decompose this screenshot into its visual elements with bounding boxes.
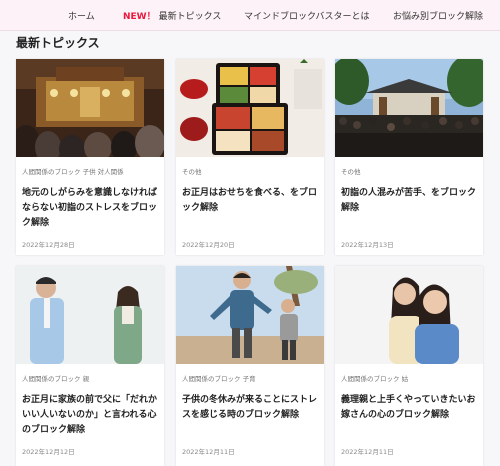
card-title[interactable]: 地元のしがらみを意識しなければならない初詣のストレスをブロック解除 [22,186,162,231]
nav-item-by-concern[interactable]: お悩み別ブロック解除 [393,9,483,22]
topic-card[interactable]: 人間関係のブロック 姑 義理親と上手くやっていきたいお嫁さんの心のブロック解除 … [335,266,483,466]
shrine-crowd-outdoor-image [335,59,483,157]
nav-item-home[interactable]: ホーム [68,9,95,22]
new-badge: NEW！ [123,12,156,22]
card-category: その他 [182,168,202,176]
card-category: その他 [341,168,361,176]
card-title[interactable]: 子供の冬休みが来ることにストレスを感じる時のブロック解除 [182,393,322,423]
card-title[interactable]: お正月に家族の前で父に「だれかいい人いないのか」と言われる心のブロック解除 [22,393,162,438]
card-date: 2022年12月28日 [22,241,75,249]
card-category: 人間関係のブロック 子育 [182,375,256,383]
two-women-smiling-image [335,266,483,364]
man-and-woman-image [16,266,164,364]
card-date: 2022年12月11日 [182,448,235,456]
nav-item-about[interactable]: マインドブロックバスターとは [244,9,370,22]
top-nav: ホーム NEW！ 最新トピックス マインドブロックバスターとは お悩み別ブロック解… [0,0,500,31]
card-date: 2022年12月12日 [22,448,75,456]
card-date: 2022年12月20日 [182,241,235,249]
children-running-image [176,266,324,364]
card-title[interactable]: お正月はおせちを食べる、をブロック解除 [182,186,322,216]
topic-card[interactable]: 人間関係のブロック 親 お正月に家族の前で父に「だれかいい人いないのか」と言われ… [16,266,164,466]
card-category: 人間関係のブロック 姑 [341,375,409,383]
section-title: 最新トピックス [16,36,100,50]
card-date: 2022年12月13日 [341,241,394,249]
card-category: 人間関係のブロック 子供 対人関係 [22,168,124,176]
topic-card[interactable]: その他 お正月はおせちを食べる、をブロック解除 2022年12月20日 [176,59,324,255]
card-title[interactable]: 義理親と上手くやっていきたいお嫁さんの心のブロック解除 [341,393,481,423]
nav-item-latest-topics-label: 最新トピックス [158,12,222,22]
card-date: 2022年12月11日 [341,448,394,456]
nav-item-latest-topics[interactable]: NEW！ 最新トピックス [123,9,221,22]
card-category: 人間関係のブロック 親 [22,375,90,383]
osechi-food-box-image [176,59,324,157]
topic-card[interactable]: その他 初詣の人混みが苦手、をブロック解除 2022年12月13日 [335,59,483,255]
shrine-interior-crowd-image [16,59,164,157]
card-title[interactable]: 初詣の人混みが苦手、をブロック解除 [341,186,481,216]
topic-card[interactable]: 人間関係のブロック 子育 子供の冬休みが来ることにストレスを感じる時のブロック解… [176,266,324,466]
topic-card[interactable]: 人間関係のブロック 子供 対人関係 地元のしがらみを意識しなければならない初詣の… [16,59,164,255]
